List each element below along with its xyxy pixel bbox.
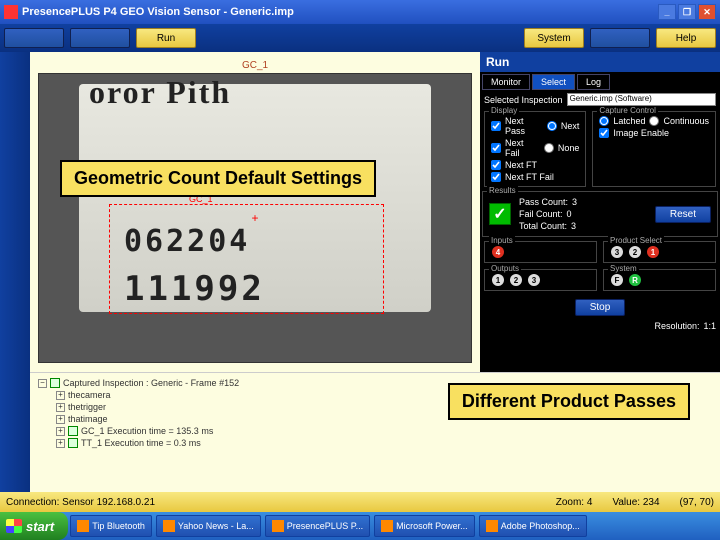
stop-button[interactable]: Stop	[575, 299, 626, 316]
tree-check-icon[interactable]	[50, 378, 60, 388]
main-area: GC_1 oror Pith GC_1 + 062204 111992 Geom…	[0, 52, 720, 492]
results-tree: −Captured Inspection : Generic - Frame #…	[30, 372, 720, 492]
windows-flag-icon	[6, 519, 22, 533]
app-icon	[163, 520, 175, 532]
workspace: GC_1 oror Pith GC_1 + 062204 111992 Geom…	[30, 52, 720, 492]
app-icon	[272, 520, 284, 532]
inputs-group: Inputs 4	[484, 241, 597, 263]
taskbar-item[interactable]: Adobe Photoshop...	[479, 515, 587, 537]
next-ft-fail-check[interactable]	[491, 172, 501, 182]
start-button[interactable]: start	[0, 512, 68, 540]
display-group: Display Next PassNext Next FailNone Next…	[484, 111, 586, 187]
outputs-group: Outputs 123	[484, 269, 597, 291]
camera-image[interactable]: oror Pith GC_1 + 062204 111992	[38, 73, 472, 363]
camera-view: GC_1 oror Pith GC_1 + 062204 111992 Geom…	[30, 52, 480, 372]
expand-icon[interactable]: −	[38, 379, 47, 388]
taskbar-item[interactable]: Yahoo News - La...	[156, 515, 261, 537]
next-radio[interactable]	[547, 121, 557, 131]
cursor-coords: (97, 70)	[680, 497, 714, 508]
latched-radio[interactable]	[599, 116, 609, 126]
crosshair-icon: +	[251, 211, 258, 225]
toolbar-btn-1[interactable]	[4, 28, 64, 48]
camera-label: GC_1	[38, 60, 472, 71]
right-panel: Run Monitor Select Log Selected Inspecti…	[480, 52, 720, 372]
inspection-combo[interactable]: Generic.imp (Software)	[567, 93, 716, 106]
window-title: PresencePLUS P4 GEO Vision Sensor - Gene…	[22, 6, 656, 18]
left-toolbar	[0, 52, 30, 492]
image-enable-check[interactable]	[599, 128, 609, 138]
app-icon	[77, 520, 89, 532]
total-count: 3	[571, 221, 576, 231]
capture-group: Capture Control LatchedContinuous Image …	[592, 111, 716, 187]
next-fail-check[interactable]	[491, 143, 501, 153]
windows-taskbar: start Tip Bluetooth Yahoo News - La... P…	[0, 512, 720, 540]
input-4-icon: 4	[492, 246, 504, 258]
fail-count: 0	[567, 209, 572, 219]
run-button[interactable]: Run	[136, 28, 196, 48]
camera-number-1: 062204	[124, 224, 250, 259]
taskbar-item[interactable]: Tip Bluetooth	[70, 515, 152, 537]
app-icon	[486, 520, 498, 532]
toolbar-btn-2[interactable]	[70, 28, 130, 48]
minimize-button[interactable]: _	[658, 4, 676, 20]
right-panel-header: Run	[480, 52, 720, 72]
app-icon	[4, 5, 18, 19]
system-button[interactable]: System	[524, 28, 584, 48]
camera-number-2: 111992	[124, 269, 265, 309]
continuous-radio[interactable]	[649, 116, 659, 126]
annotation-top: Geometric Count Default Settings	[60, 160, 376, 197]
tab-monitor[interactable]: Monitor	[482, 74, 530, 90]
product-select-group: Product Select 321	[603, 241, 716, 263]
pass-icon: ✓	[489, 203, 511, 225]
pixel-value: 234	[643, 497, 660, 508]
taskbar-item[interactable]: PresencePLUS P...	[265, 515, 370, 537]
close-button[interactable]: ✕	[698, 4, 716, 20]
connection-status: Connection: Sensor 192.168.0.21	[6, 497, 155, 508]
main-toolbar: Run System Help	[0, 24, 720, 52]
camera-partial-text: oror Pith	[89, 74, 231, 111]
status-bar: Connection: Sensor 192.168.0.21 Zoom: 4 …	[0, 492, 720, 512]
help-button[interactable]: Help	[656, 28, 716, 48]
tab-select[interactable]: Select	[532, 74, 575, 90]
inspection-label: Selected Inspection	[484, 95, 563, 105]
pass-count: 3	[572, 197, 577, 207]
reset-button[interactable]: Reset	[655, 206, 711, 223]
tab-log[interactable]: Log	[577, 74, 610, 90]
maximize-button[interactable]: ❐	[678, 4, 696, 20]
annotation-bottom: Different Product Passes	[448, 383, 690, 420]
next-ft-check[interactable]	[491, 160, 501, 170]
toolbar-btn-5[interactable]	[590, 28, 650, 48]
system-group: System FR	[603, 269, 716, 291]
zoom-value: 4	[587, 497, 593, 508]
resolution-value: 1:1	[703, 321, 716, 331]
taskbar-item[interactable]: Microsoft Power...	[374, 515, 475, 537]
app-icon	[381, 520, 393, 532]
results-group: Results ✓ Pass Count:3 Fail Count:0 Tota…	[482, 191, 718, 237]
next-pass-check[interactable]	[491, 121, 501, 131]
none-radio[interactable]	[544, 143, 554, 153]
right-tabs: Monitor Select Log	[480, 72, 720, 92]
window-titlebar: PresencePLUS P4 GEO Vision Sensor - Gene…	[0, 0, 720, 24]
